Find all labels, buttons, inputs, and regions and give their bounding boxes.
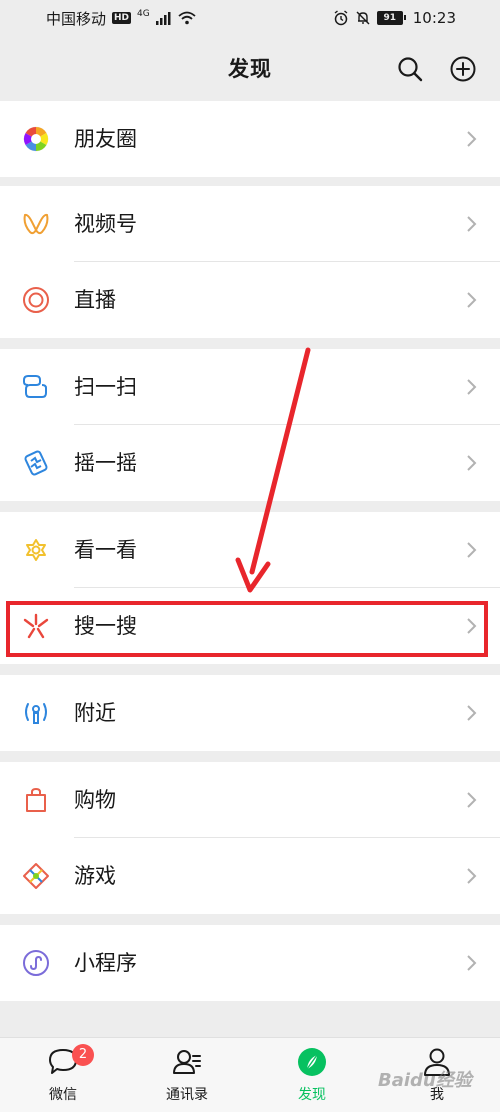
tab-label-contacts: 通讯录 xyxy=(166,1087,208,1103)
chevron-right-icon xyxy=(467,216,477,232)
menu-group-channels: 视频号 直播 xyxy=(0,186,500,338)
menu-group-shopping: 购物 游戏 xyxy=(0,762,500,914)
chevron-right-icon xyxy=(467,131,477,147)
menu-label-top-stories: 看一看 xyxy=(74,538,137,562)
search-icon[interactable] xyxy=(396,55,424,83)
wifi-icon xyxy=(178,11,196,25)
tab-label-chats: 微信 xyxy=(49,1087,77,1103)
battery-icon: 91 xyxy=(376,11,406,25)
menu-label-channels: 视频号 xyxy=(74,212,137,236)
top-stories-icon xyxy=(26,539,46,561)
menu-label-moments: 朋友圈 xyxy=(74,127,137,151)
menu-item-live[interactable]: 直播 xyxy=(0,262,500,338)
menu-label-shopping: 购物 xyxy=(74,788,116,812)
mini-programs-icon xyxy=(23,950,49,976)
menu-item-shopping[interactable]: 购物 xyxy=(0,762,500,838)
carrier-label: 中国移动 xyxy=(46,9,107,28)
tab-discover[interactable]: 发现 xyxy=(267,1046,357,1110)
scan-icon xyxy=(23,375,47,398)
chevron-right-icon xyxy=(467,705,477,721)
watermark: Baidu经验 xyxy=(378,1070,472,1091)
contacts-icon xyxy=(173,1050,201,1074)
annotation-highlight-box xyxy=(6,601,488,657)
chevron-right-icon xyxy=(467,955,477,971)
chevron-right-icon xyxy=(467,868,477,884)
menu-group-scan: 扫一扫 摇一摇 xyxy=(0,349,500,501)
menu-item-games[interactable]: 游戏 xyxy=(0,838,500,914)
add-icon[interactable] xyxy=(449,55,477,83)
menu-label-nearby: 附近 xyxy=(74,701,116,725)
shake-icon xyxy=(24,450,48,476)
chevron-right-icon xyxy=(467,455,477,471)
hd-badge: HD xyxy=(112,12,132,24)
shopping-bag-icon xyxy=(26,787,46,812)
tab-label-discover: 发现 xyxy=(298,1087,326,1103)
header-bar: 发现 xyxy=(0,36,500,100)
signal-icon xyxy=(155,12,171,25)
menu-label-shake: 摇一摇 xyxy=(74,451,137,475)
moments-icon xyxy=(23,126,49,152)
menu-item-top-stories[interactable]: 看一看 xyxy=(0,512,500,588)
tab-chats[interactable]: 2 微信 xyxy=(18,1044,108,1110)
menu-item-shake[interactable]: 摇一摇 xyxy=(0,425,500,501)
clock-label: 10:23 xyxy=(412,9,456,27)
menu-label-live: 直播 xyxy=(74,288,116,312)
menu-group-mini-programs: 小程序 xyxy=(0,925,500,1001)
tab-contacts[interactable]: 通讯录 xyxy=(142,1046,232,1110)
menu-label-games: 游戏 xyxy=(74,864,116,888)
games-icon xyxy=(23,863,49,889)
nearby-icon xyxy=(25,703,47,724)
alarm-icon xyxy=(334,10,348,26)
chevron-right-icon xyxy=(467,292,477,308)
unread-badge: 2 xyxy=(72,1044,94,1066)
menu-label-scan: 扫一扫 xyxy=(74,375,137,399)
menu-item-channels[interactable]: 视频号 xyxy=(0,186,500,262)
live-icon xyxy=(23,287,49,313)
menu-item-scan[interactable]: 扫一扫 xyxy=(0,349,500,425)
chevron-right-icon xyxy=(467,542,477,558)
menu-item-moments[interactable]: 朋友圈 xyxy=(0,101,500,177)
mute-icon xyxy=(356,11,370,25)
page-title: 发现 xyxy=(228,57,272,81)
menu-group-moments: 朋友圈 xyxy=(0,101,500,177)
menu-group-nearby: 附近 xyxy=(0,675,500,751)
chevron-right-icon xyxy=(467,792,477,808)
channels-icon xyxy=(23,213,49,235)
menu-item-nearby[interactable]: 附近 xyxy=(0,675,500,751)
menu-label-mini-programs: 小程序 xyxy=(74,951,137,975)
network-label: 4G xyxy=(137,9,150,19)
menu-item-mini-programs[interactable]: 小程序 xyxy=(0,925,500,1001)
compass-icon xyxy=(298,1048,326,1076)
chevron-right-icon xyxy=(467,379,477,395)
status-bar: 中国移动 HD 4G 91 10:23 xyxy=(0,0,500,36)
